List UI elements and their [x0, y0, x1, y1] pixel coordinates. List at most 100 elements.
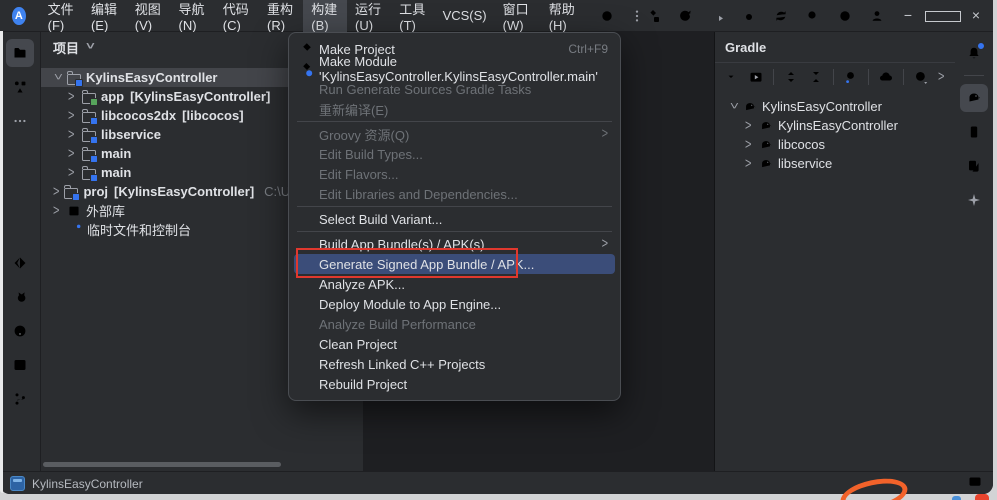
run-configurations-icon[interactable]	[709, 8, 725, 24]
hammer-module-icon	[297, 61, 313, 77]
gradle-tree: > KylinsEasyController > KylinsEasyContr…	[715, 92, 955, 173]
expand-chevron-icon[interactable]: >	[726, 102, 742, 111]
more-tool-windows-button[interactable]	[6, 107, 34, 135]
submenu-arrow-icon: >	[602, 126, 608, 142]
menu-item-select-build-variant[interactable]: Select Build Variant...	[289, 209, 620, 229]
expand-chevron-icon[interactable]: >	[50, 73, 66, 82]
offline-mode-icon[interactable]	[878, 69, 894, 85]
update-project-icon[interactable]	[773, 8, 789, 24]
app-module-folder-icon	[82, 93, 96, 104]
module-folder-icon	[82, 112, 96, 123]
more-vertical-icon[interactable]	[629, 8, 645, 24]
app-quality-insights-tool-button[interactable]	[6, 249, 34, 277]
hammer-icon	[297, 41, 313, 57]
account-icon[interactable]	[869, 8, 885, 24]
menu-item-recompile: 重新编译(E)	[289, 99, 620, 119]
watermark	[952, 496, 961, 500]
settings-icon[interactable]	[837, 8, 853, 24]
minimize-button[interactable]: −	[891, 0, 925, 31]
search-everywhere-icon[interactable]	[805, 8, 821, 24]
menu-item-deploy-module-app-engine[interactable]: Deploy Module to App Engine...	[289, 294, 620, 314]
close-button[interactable]: ×	[959, 0, 993, 31]
menu-item-analyze-apk[interactable]: Analyze APK...	[289, 274, 620, 294]
expand-chevron-icon[interactable]: >	[68, 89, 77, 105]
event-log-bubble-icon[interactable]	[967, 474, 983, 490]
menu-item-edit-flavors: Edit Flavors...	[289, 164, 620, 184]
menu-item-clean-project[interactable]: Clean Project	[289, 334, 620, 354]
running-devices-icon	[966, 158, 982, 174]
build-hammer-icon[interactable]	[645, 8, 661, 24]
menu-item-run-generate-sources: Run Generate Sources Gradle Tasks	[289, 79, 620, 99]
expand-chevron-icon[interactable]: >	[745, 156, 754, 172]
menu-item-rebuild-project[interactable]: Rebuild Project	[289, 374, 620, 394]
menu-separator	[297, 231, 612, 232]
device-manager-button[interactable]	[960, 118, 988, 146]
android-studio-window: A 文件(F) 编辑(E) 视图(V) 导航(N) 代码(C) 重构(R) 构建…	[0, 0, 993, 494]
gradle-item-libcocos[interactable]: > libcocos	[715, 135, 955, 154]
gradle-tool-button[interactable]	[960, 84, 988, 112]
sync-gradle-icon[interactable]	[723, 69, 739, 85]
expand-chevron-icon[interactable]: >	[53, 203, 62, 219]
gradle-settings-icon[interactable]	[913, 69, 929, 85]
status-project-name: KylinsEasyController	[32, 477, 143, 491]
plugin-gear-icon[interactable]	[599, 8, 615, 24]
module-folder-icon	[64, 188, 78, 199]
expand-chevron-icon[interactable]: >	[68, 165, 77, 181]
module-folder-icon	[67, 74, 81, 85]
terminal-icon	[12, 357, 28, 373]
problems-tool-button[interactable]	[6, 317, 34, 345]
running-devices-button[interactable]	[960, 152, 988, 180]
project-panel-title: 项目	[53, 38, 79, 57]
window-controls: − ×	[891, 0, 993, 31]
execute-gradle-task-icon[interactable]	[843, 69, 859, 85]
collapse-all-icon[interactable]	[808, 69, 824, 85]
left-tool-window-bar	[0, 32, 41, 471]
terminal-tool-button[interactable]	[6, 351, 34, 379]
more-dots-icon	[12, 113, 28, 129]
sparkle-icon	[966, 192, 982, 208]
horizontal-scrollbar[interactable]	[43, 462, 281, 467]
gradle-panel-title: Gradle	[725, 40, 766, 55]
expand-chevron-icon[interactable]: >	[68, 146, 77, 162]
expand-chevron-icon[interactable]: >	[53, 184, 59, 200]
android-studio-logo-icon: A	[12, 7, 26, 25]
notifications-button[interactable]	[960, 39, 988, 67]
menu-vcs[interactable]: VCS(S)	[435, 4, 495, 27]
module-folder-icon	[82, 150, 96, 161]
expand-chevron-icon[interactable]: >	[68, 127, 77, 143]
gradle-item-root[interactable]: > KylinsEasyController	[715, 97, 955, 116]
problems-icon	[12, 323, 28, 339]
project-tool-button[interactable]	[6, 39, 34, 67]
expand-chevron-icon[interactable]: >	[745, 137, 754, 153]
version-control-tool-button[interactable]	[6, 385, 34, 413]
chevron-down-icon[interactable]: >	[82, 43, 98, 52]
gradle-elephant-icon	[966, 90, 982, 106]
background-window-edge	[0, 31, 3, 493]
menu-item-make-module[interactable]: Make Module 'KylinsEasyController.Kylins…	[289, 59, 620, 79]
menu-item-build-app-bundles-apks[interactable]: Build App Bundle(s) / APK(s) >	[289, 234, 620, 254]
menu-item-generate-signed-app-bundle-apk[interactable]: Generate Signed App Bundle / APK...	[294, 254, 615, 274]
expand-all-icon[interactable]	[783, 69, 799, 85]
logcat-tool-button[interactable]	[6, 283, 34, 311]
menu-item-refresh-linked-cpp-projects[interactable]: Refresh Linked C++ Projects	[289, 354, 620, 374]
expand-chevron-icon[interactable]: >	[68, 108, 77, 124]
desktop-background: A 文件(F) 编辑(E) 视图(V) 导航(N) 代码(C) 重构(R) 构建…	[0, 0, 997, 500]
library-icon	[67, 204, 81, 218]
expand-chevron-icon[interactable]: >	[745, 118, 754, 134]
maximize-button[interactable]	[925, 0, 959, 31]
debug-icon[interactable]	[741, 8, 757, 24]
project-window-icon	[10, 476, 25, 491]
structure-tool-button[interactable]	[6, 73, 34, 101]
run-gradle-task-icon[interactable]	[748, 69, 764, 85]
submenu-arrow-icon: >	[602, 236, 608, 252]
module-folder-icon	[82, 169, 96, 180]
code-with-me-icon[interactable]	[677, 8, 693, 24]
gradle-item-libservice[interactable]: > libservice	[715, 154, 955, 173]
menu-item-analyze-build-performance: Analyze Build Performance	[289, 314, 620, 334]
gemini-assistant-button[interactable]	[960, 186, 988, 214]
menu-item-edit-libraries-dependencies: Edit Libraries and Dependencies...	[289, 184, 620, 204]
gradle-item-kylinseasycontroller[interactable]: > KylinsEasyController	[715, 116, 955, 135]
toolbar-overflow-icon[interactable]: >	[938, 69, 947, 85]
gradle-toolbar: >	[715, 63, 955, 92]
title-bar: A 文件(F) 编辑(E) 视图(V) 导航(N) 代码(C) 重构(R) 构建…	[0, 0, 993, 32]
